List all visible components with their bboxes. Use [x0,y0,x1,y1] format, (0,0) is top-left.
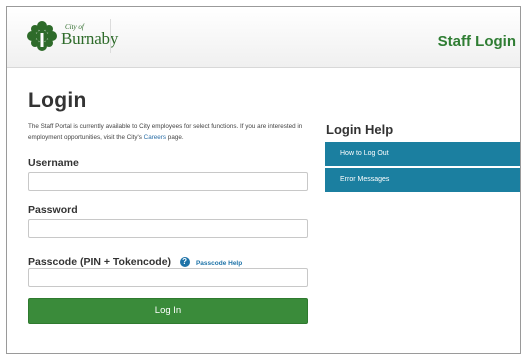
header-bar: City of Burnaby Staff Login [7,7,520,68]
intro-text: The Staff Portal is currently available … [28,121,310,143]
careers-link[interactable]: Careers [144,134,166,141]
password-input[interactable] [28,219,308,238]
passcode-label: Passcode (PIN + Tokencode) [28,256,172,268]
help-question-icon[interactable]: ? [179,257,190,267]
city-logo[interactable]: City of Burnaby [25,19,118,53]
help-item-how-to-log-out[interactable]: How to Log Out [325,142,520,166]
tree-emblem-icon [27,21,57,51]
login-button[interactable]: Log In [28,298,308,324]
username-input[interactable] [28,172,308,191]
browser-frame: City of Burnaby Staff Login Login The St… [6,6,521,354]
page-label: Staff Login [437,33,516,50]
passcode-input[interactable] [28,268,308,287]
intro-text-tail: page. [166,134,184,141]
password-label: Password [28,204,78,216]
login-section: Login The Staff Portal is currently avai… [28,89,310,143]
passcode-help-link[interactable]: Passcode Help [196,260,242,267]
help-item-error-messages[interactable]: Error Messages [325,168,520,192]
username-label: Username [28,157,79,169]
logo-divider [110,19,111,53]
login-help-title: Login Help [326,122,394,137]
page-title: Login [28,89,87,112]
